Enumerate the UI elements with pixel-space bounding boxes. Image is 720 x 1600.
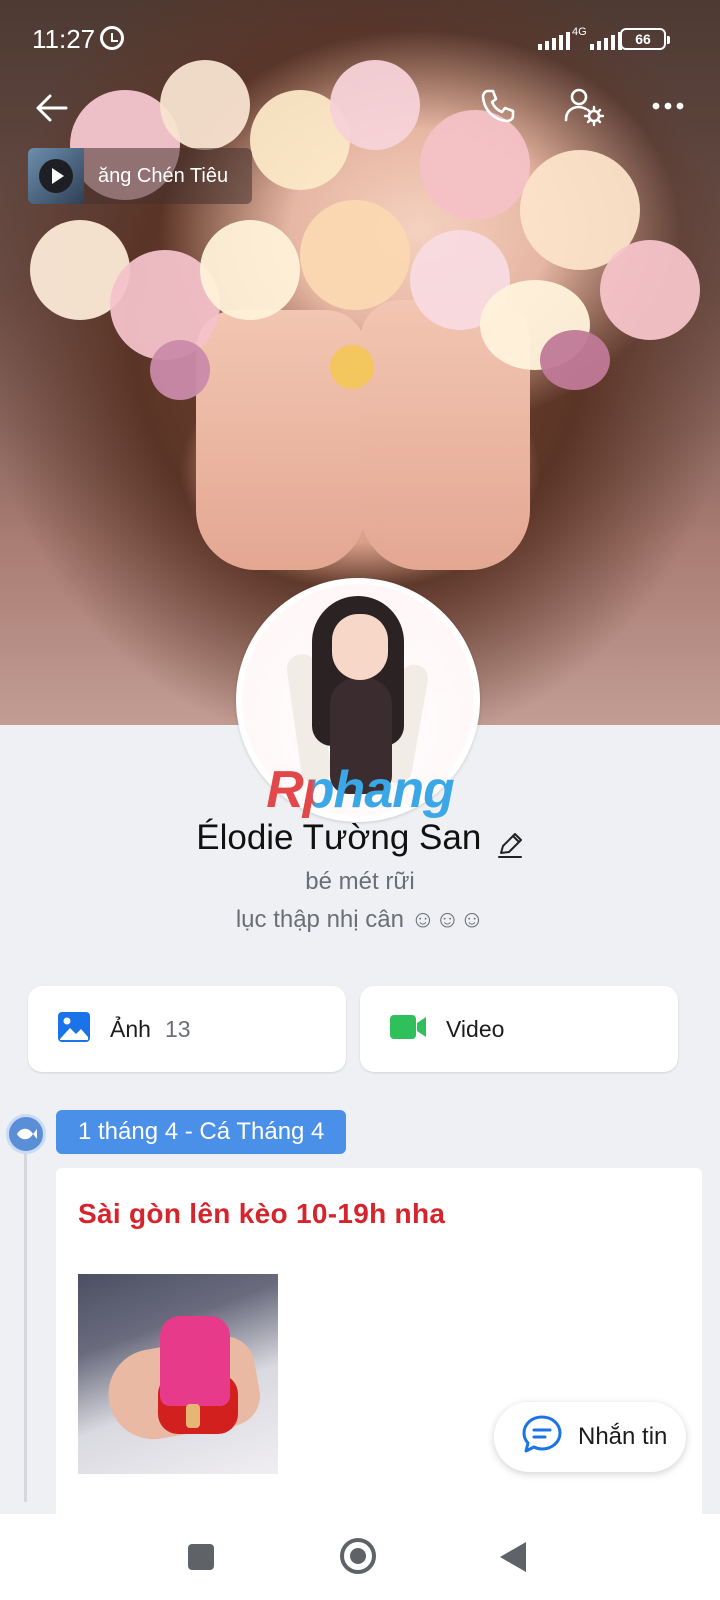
signal-icon xyxy=(538,30,570,50)
phone-icon[interactable] xyxy=(476,84,520,128)
cover-flower xyxy=(150,340,210,400)
photos-count: 13 xyxy=(164,1015,191,1042)
video-button[interactable]: Video xyxy=(360,986,678,1072)
post-photo-sticker-stick xyxy=(186,1404,200,1428)
post-photo[interactable] xyxy=(78,1274,278,1474)
play-icon[interactable] xyxy=(39,159,73,193)
profile-bio-line2: lục thập nhị cân ☺☺☺ xyxy=(235,906,485,933)
status-bar: 11:27 4G 66 xyxy=(0,0,720,80)
network-type: 4G xyxy=(572,26,587,38)
april-fools-fish-icon xyxy=(6,1114,46,1154)
more-options-icon[interactable] xyxy=(646,84,690,128)
recent-apps-icon[interactable] xyxy=(188,1544,214,1570)
timeline-line xyxy=(24,1142,27,1502)
cover-flower xyxy=(600,240,700,340)
profile-name-row: Élodie Tường San xyxy=(0,818,720,859)
video-label: Video xyxy=(446,1015,505,1042)
edit-pencil-icon[interactable] xyxy=(496,831,524,859)
send-message-button[interactable]: Nhắn tin xyxy=(494,1402,686,1472)
user-settings-icon[interactable] xyxy=(560,82,608,130)
profile-name: Élodie Tường San xyxy=(196,818,482,857)
status-time: 11:27 xyxy=(32,24,96,54)
chat-bubble-icon xyxy=(520,1413,564,1462)
avatar-face xyxy=(332,614,388,680)
photos-button[interactable]: Ảnh 13 xyxy=(28,986,346,1072)
system-back-icon[interactable] xyxy=(500,1542,526,1572)
watermark-logo: Rphang xyxy=(250,760,470,820)
alarm-icon xyxy=(100,26,124,50)
back-icon[interactable] xyxy=(28,84,76,132)
cover-flower xyxy=(300,200,410,310)
cover-flower xyxy=(330,345,374,389)
battery-indicator: 66 xyxy=(620,28,670,50)
photo-icon xyxy=(56,1009,92,1050)
cover-flower xyxy=(200,220,300,320)
home-icon[interactable] xyxy=(340,1538,376,1574)
profile-bio-line1: bé mét rữi xyxy=(305,868,415,895)
music-title: ăng Chén Tiêu xyxy=(98,164,229,187)
cover-flower xyxy=(540,330,610,390)
system-navigation-bar xyxy=(0,1514,720,1600)
signal-icon-secondary xyxy=(590,30,622,50)
photos-label: Ảnh xyxy=(110,1015,151,1042)
post-text: Sài gòn lên kèo 10-19h nha xyxy=(78,1198,446,1229)
video-camera-icon xyxy=(388,1009,428,1050)
send-message-label: Nhắn tin xyxy=(578,1423,668,1450)
timeline-date-chip: 1 tháng 4 - Cá Tháng 4 xyxy=(56,1110,347,1154)
profile-music-player[interactable]: ăng Chén Tiêu xyxy=(28,148,252,204)
post-photo-sticker xyxy=(160,1316,230,1406)
music-thumbnail xyxy=(28,148,84,204)
